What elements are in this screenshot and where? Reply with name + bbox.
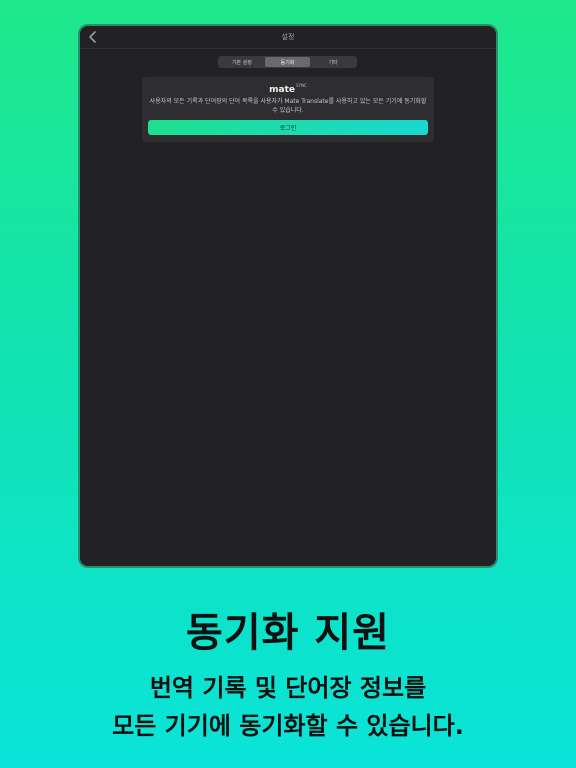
mate-sync-logo: mateSYNC [142,83,434,95]
sync-description: 사용자의 모든 기록과 단어장의 단어 목록을 사용자가 Mate Transl… [149,98,427,114]
promo-subtitle-line-1: 번역 기록 및 단어장 정보를 [149,674,427,702]
tab-sync[interactable]: 동기화 [264,57,311,67]
tab-basic-settings[interactable]: 기본 설정 [219,57,265,67]
promo-headline: 동기화 지원 [186,610,390,656]
brand-sync-label: SYNC [296,83,307,88]
promo-subtitle-line-2: 모든 기기에 동기화할 수 있습니다. [112,712,464,740]
sync-card: mateSYNC 사용자의 모든 기록과 단어장의 단어 목록을 사용자가 Ma… [142,77,434,142]
page-title: 설정 [281,33,295,41]
settings-tabs: 기본 설정 동기화 기타 [218,56,357,68]
login-button[interactable]: 로그인 [148,120,428,135]
navigation-bar: 설정 [80,26,496,49]
tablet-frame: 설정 기본 설정 동기화 기타 mateSYNC 사용자의 모든 기록과 단어장… [78,24,498,568]
tab-other[interactable]: 기타 [310,57,356,67]
app-screen: 설정 기본 설정 동기화 기타 mateSYNC 사용자의 모든 기록과 단어장… [80,26,496,566]
brand-name: mate [269,85,296,95]
